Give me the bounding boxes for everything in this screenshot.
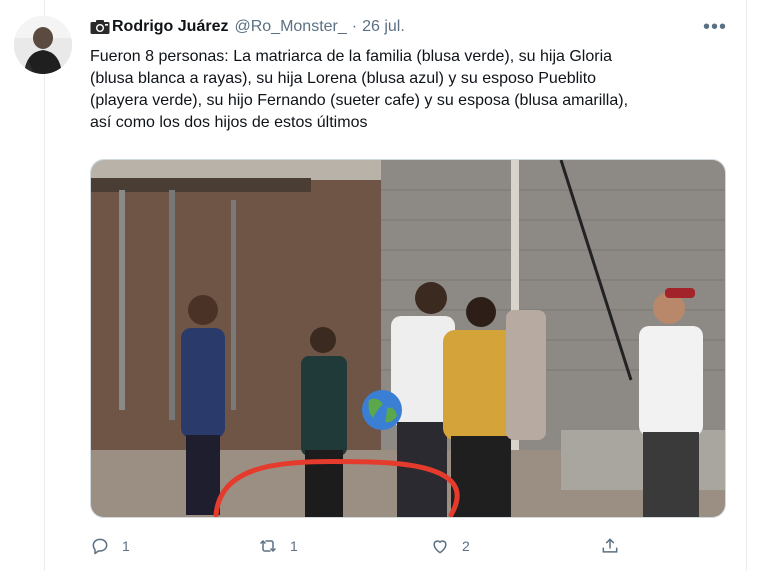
tweet-text: Fueron 8 personas: La matriarca de la fa… — [90, 48, 629, 131]
share-button[interactable] — [600, 530, 632, 562]
reply-count: 1 — [122, 538, 130, 554]
reply-icon — [92, 538, 108, 555]
retweet-icon — [259, 539, 277, 553]
retweet-button[interactable]: 1 — [258, 530, 298, 562]
author-handle[interactable]: @Ro_Monster_ — [234, 18, 346, 36]
share-icon — [602, 538, 618, 553]
tweet-header: Rodrigo Juárez @Ro_Monster_ · 26 jul. — [90, 16, 405, 38]
retweet-count: 1 — [290, 538, 298, 554]
tweet-media-image[interactable] — [90, 159, 726, 518]
avatar[interactable] — [14, 16, 72, 74]
timeline-divider-right — [746, 0, 747, 571]
reply-button[interactable]: 1 — [90, 530, 130, 562]
camera-icon — [90, 19, 110, 35]
heart-icon — [433, 540, 447, 554]
more-options-button[interactable]: ••• — [700, 14, 730, 40]
timeline-divider-left — [44, 0, 45, 571]
more-icon: ••• — [702, 15, 727, 38]
tweet-actions: 1 1 2 — [90, 530, 650, 562]
author-name[interactable]: Rodrigo Juárez — [112, 18, 228, 36]
globe-icon — [362, 390, 402, 430]
header-separator: · — [351, 18, 358, 35]
tweet-date[interactable]: 26 jul. — [362, 18, 405, 36]
like-count: 2 — [462, 538, 470, 554]
like-button[interactable]: 2 — [430, 530, 470, 562]
